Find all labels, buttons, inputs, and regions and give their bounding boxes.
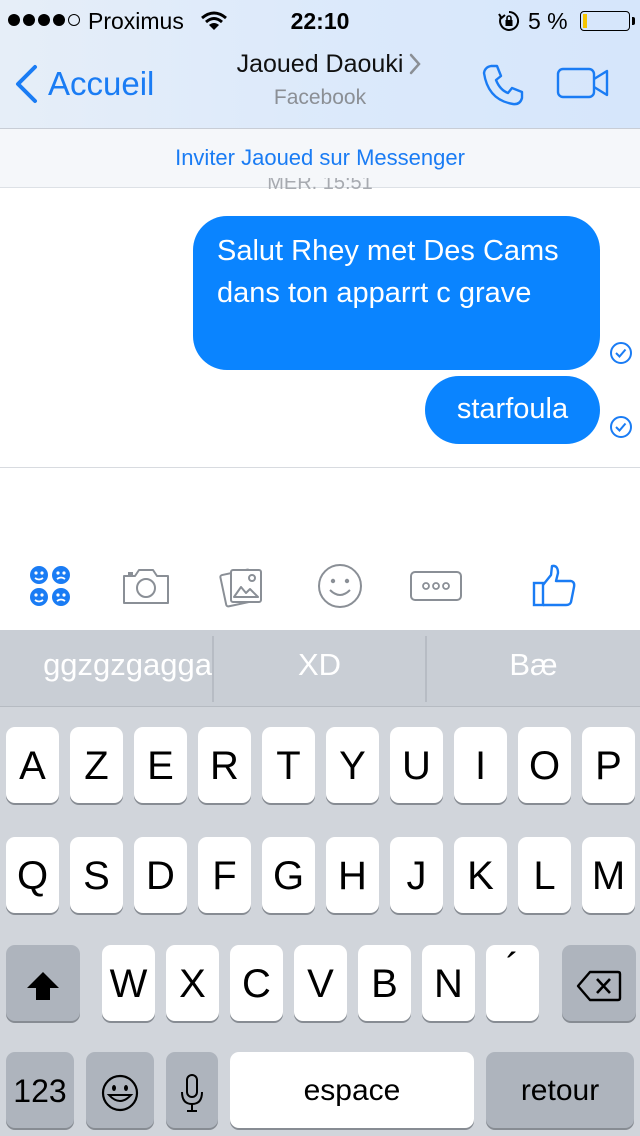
key-l[interactable]: L: [518, 837, 571, 913]
video-camera-icon: [556, 67, 609, 99]
message-bubble-sent[interactable]: starfoula: [425, 376, 600, 444]
more-options-button[interactable]: [408, 562, 464, 610]
emoji-grid-icon: [30, 566, 70, 606]
key-r[interactable]: R: [198, 727, 251, 803]
key-b[interactable]: B: [358, 945, 411, 1021]
more-icon: [410, 571, 462, 601]
key-h[interactable]: H: [326, 837, 379, 913]
emoji-key[interactable]: [86, 1052, 154, 1128]
key-o[interactable]: O: [518, 727, 571, 803]
composer-divider: [0, 467, 640, 468]
prediction-suggestion[interactable]: ggzgzgagga: [0, 630, 212, 706]
message-bubble-sent[interactable]: Salut Rhey met Des Cams dans ton apparrt…: [193, 216, 600, 370]
gallery-button[interactable]: [218, 562, 268, 610]
key-f[interactable]: F: [198, 837, 251, 913]
sent-checkmark-icon: [610, 416, 632, 438]
key-m[interactable]: M: [582, 837, 635, 913]
backspace-icon: [576, 971, 622, 1002]
key-g[interactable]: G: [262, 837, 315, 913]
video-call-button[interactable]: [556, 66, 610, 105]
rotation-lock-icon: [498, 10, 520, 37]
phone-icon: [482, 64, 524, 106]
key-d[interactable]: D: [134, 837, 187, 913]
shift-key[interactable]: [6, 945, 80, 1021]
key-i[interactable]: I: [454, 727, 507, 803]
emoji-face-icon: [101, 1075, 139, 1112]
key-x[interactable]: X: [166, 945, 219, 1021]
battery-percentage: 5 %: [528, 8, 568, 34]
sticker-button[interactable]: [314, 562, 366, 610]
key-s[interactable]: S: [70, 837, 123, 913]
key-v[interactable]: V: [294, 945, 347, 1021]
chevron-right-icon: [408, 52, 422, 81]
contact-name[interactable]: Jaoued Daouki: [0, 50, 640, 79]
like-button[interactable]: [530, 562, 580, 610]
dictation-key[interactable]: [166, 1052, 218, 1128]
return-key[interactable]: retour: [486, 1052, 634, 1128]
key-j[interactable]: J: [390, 837, 443, 913]
smiley-icon: [318, 564, 362, 608]
numbers-key[interactable]: 123: [6, 1052, 74, 1128]
battery-icon: [580, 11, 635, 31]
key-u[interactable]: U: [390, 727, 443, 803]
contact-source: Facebook: [273, 86, 367, 109]
sent-checkmark-icon: [610, 342, 632, 364]
message-day-timestamp: MER. 15:51: [267, 178, 373, 194]
prediction-suggestion[interactable]: XD: [214, 630, 425, 706]
microphone-icon: [181, 1074, 203, 1113]
gallery-icon: [219, 568, 262, 608]
battery-level: [583, 14, 587, 28]
key-t[interactable]: T: [262, 727, 315, 803]
key-k[interactable]: K: [454, 837, 507, 913]
key-w[interactable]: W: [102, 945, 155, 1021]
space-key[interactable]: espace: [230, 1052, 474, 1128]
prediction-suggestion[interactable]: Bæ: [427, 630, 640, 706]
emoji-grid-button[interactable]: [26, 562, 74, 610]
key-a[interactable]: A: [6, 727, 59, 803]
camera-icon: [123, 569, 169, 604]
key-accent[interactable]: ´: [486, 945, 539, 1021]
camera-button[interactable]: [120, 562, 172, 610]
key-q[interactable]: Q: [6, 837, 59, 913]
key-c[interactable]: C: [230, 945, 283, 1021]
key-e[interactable]: E: [134, 727, 187, 803]
key-z[interactable]: Z: [70, 727, 123, 803]
thumbs-up-icon: [532, 564, 576, 607]
key-y[interactable]: Y: [326, 727, 379, 803]
backspace-key[interactable]: [562, 945, 636, 1021]
key-n[interactable]: N: [422, 945, 475, 1021]
key-p[interactable]: P: [582, 727, 635, 803]
shift-arrow-icon: [27, 972, 59, 1001]
call-button[interactable]: [480, 62, 526, 113]
